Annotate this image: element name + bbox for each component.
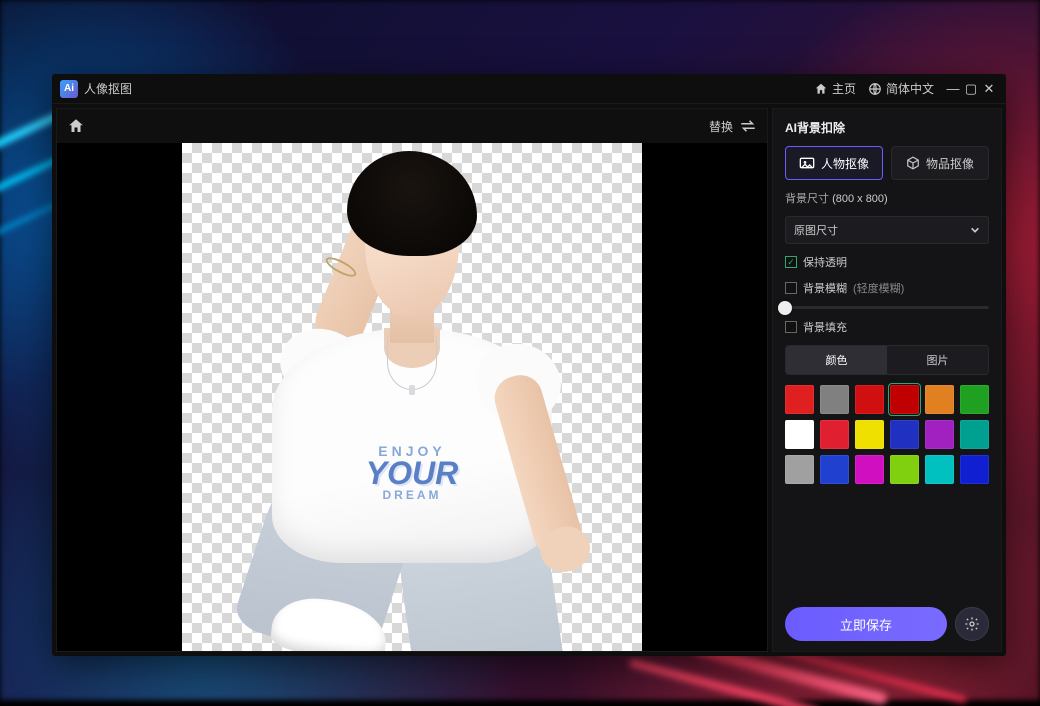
bg-fill-checkbox[interactable]: 背景填充	[785, 319, 989, 335]
color-swatch[interactable]	[820, 385, 849, 414]
mode-segment: 人物抠像 物品抠像	[785, 146, 989, 180]
size-select[interactable]: 原图尺寸	[785, 216, 989, 244]
bg-blur-level: (轻度模糊)	[853, 280, 904, 296]
keep-transparent-label: 保持透明	[803, 254, 847, 270]
mode-object-button[interactable]: 物品抠像	[891, 146, 989, 180]
side-panel: AI背景扣除 人物抠像 物品抠像 背景尺寸 (800 x 800)	[772, 108, 1002, 652]
color-swatch[interactable]	[785, 420, 814, 449]
maximize-button[interactable]: ▢	[962, 81, 980, 97]
globe-icon	[868, 82, 882, 96]
color-swatch[interactable]	[925, 455, 954, 484]
color-swatch[interactable]	[820, 420, 849, 449]
color-swatch[interactable]	[960, 455, 989, 484]
swap-label: 替换	[709, 118, 733, 135]
bg-blur-label: 背景模糊	[803, 280, 847, 296]
swap-icon	[739, 119, 757, 133]
color-swatch[interactable]	[925, 420, 954, 449]
app-window: Ai 人像抠图 主页 简体中文 — ▢ ✕	[52, 74, 1006, 656]
app-title: 人像抠图	[84, 80, 132, 97]
tab-color[interactable]: 颜色	[786, 346, 887, 374]
keep-transparent-checkbox[interactable]: ✓ 保持透明	[785, 254, 989, 270]
blur-slider[interactable]	[785, 306, 989, 309]
side-footer: 立即保存	[785, 607, 989, 641]
canvas[interactable]: ENJOY YOUR DREAM	[57, 143, 767, 651]
titlebar: Ai 人像抠图 主页 简体中文 — ▢ ✕	[52, 74, 1006, 104]
portrait-icon	[799, 156, 815, 170]
color-swatch[interactable]	[925, 385, 954, 414]
canvas-pane: 替换	[56, 108, 768, 652]
checkbox-icon	[785, 282, 797, 294]
size-select-value: 原图尺寸	[794, 222, 838, 238]
color-swatch[interactable]	[785, 455, 814, 484]
checkbox-icon	[785, 321, 797, 333]
chevron-down-icon	[970, 225, 980, 235]
blur-slider-row	[785, 306, 989, 309]
language-label: 简体中文	[886, 80, 934, 97]
bg-size-value: (800 x 800)	[832, 193, 888, 205]
color-swatch[interactable]	[890, 455, 919, 484]
color-swatch[interactable]	[785, 385, 814, 414]
bg-fill-label: 背景填充	[803, 319, 847, 335]
color-swatch[interactable]	[855, 385, 884, 414]
color-swatch[interactable]	[890, 420, 919, 449]
content-area: 替换	[52, 104, 1006, 656]
window-controls: — ▢ ✕	[944, 81, 998, 97]
mode-portrait-label: 人物抠像	[821, 155, 869, 172]
close-button[interactable]: ✕	[980, 81, 998, 97]
color-swatch[interactable]	[960, 385, 989, 414]
gear-icon	[964, 616, 980, 632]
shirt-text-1: ENJOY	[366, 443, 458, 459]
color-palette	[785, 385, 989, 484]
shirt-text-3: DREAM	[366, 488, 458, 502]
tab-image[interactable]: 图片	[887, 346, 988, 374]
minimize-button[interactable]: —	[944, 81, 962, 97]
bg-size-row: 背景尺寸 (800 x 800)	[785, 190, 989, 206]
home-button[interactable]: 主页	[808, 77, 862, 100]
fill-tabs: 颜色 图片	[785, 345, 989, 375]
color-swatch[interactable]	[855, 420, 884, 449]
bg-size-label: 背景尺寸	[785, 193, 829, 205]
save-button[interactable]: 立即保存	[785, 607, 947, 641]
bg-blur-checkbox[interactable]: 背景模糊 (轻度模糊)	[785, 280, 989, 296]
color-swatch[interactable]	[855, 455, 884, 484]
swap-button[interactable]: 替换	[709, 118, 757, 135]
slider-thumb[interactable]	[778, 301, 792, 315]
color-swatch[interactable]	[890, 385, 919, 414]
home-label: 主页	[832, 80, 856, 97]
shirt-text-2: YOUR	[366, 459, 458, 488]
subject-image: ENJOY YOUR DREAM	[57, 143, 767, 651]
app-icon: Ai	[60, 80, 78, 98]
canvas-toolbar: 替换	[57, 109, 767, 143]
home-icon	[814, 82, 828, 96]
mode-object-label: 物品抠像	[926, 155, 974, 172]
settings-button[interactable]	[955, 607, 989, 641]
color-swatch[interactable]	[820, 455, 849, 484]
language-button[interactable]: 简体中文	[862, 77, 940, 100]
checkbox-icon: ✓	[785, 256, 797, 268]
color-swatch[interactable]	[960, 420, 989, 449]
panel-title: AI背景扣除	[785, 119, 989, 136]
cube-icon	[906, 156, 920, 170]
canvas-home-icon[interactable]	[67, 117, 85, 135]
mode-portrait-button[interactable]: 人物抠像	[785, 146, 883, 180]
